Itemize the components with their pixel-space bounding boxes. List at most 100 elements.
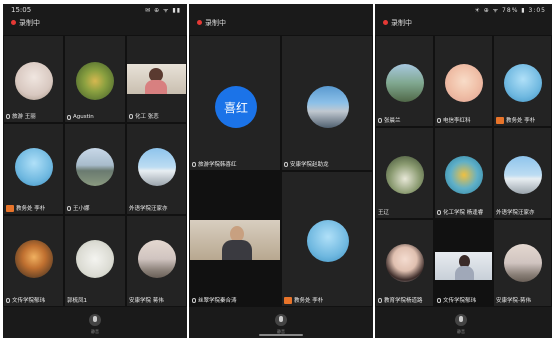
participant-name: 旅游 王丽 xyxy=(12,114,36,120)
participant-name: 安康学院赵助龙 xyxy=(290,162,329,168)
phone-screen-2: 录制中 喜红 旅游学院韩喜红 安康学院赵助龙 丝翠学院秦合涛 教务处 李朴 静音 xyxy=(189,4,373,338)
mic-icon xyxy=(437,209,441,215)
participant-avatar xyxy=(307,220,349,262)
microphone-icon[interactable] xyxy=(455,314,467,326)
participant-avatar xyxy=(504,156,542,194)
host-icon xyxy=(496,116,504,124)
participant-name: 安康学院 蒋伟 xyxy=(129,298,164,304)
participant-name: 王辽 xyxy=(378,210,390,216)
participant-name: 外语学院汪家亦 xyxy=(129,206,168,212)
participant-name: 文传学院郁玮 xyxy=(12,298,46,304)
mic-icon xyxy=(192,297,196,303)
participant-avatar xyxy=(445,156,483,194)
participant-name: 旅游学院韩喜红 xyxy=(198,162,237,168)
status-time: 15:05 xyxy=(11,6,32,14)
participant-tile[interactable]: 安康学院赵助龙 xyxy=(281,35,373,171)
participant-avatar xyxy=(386,156,424,194)
participant-name: 教育学院杨道路 xyxy=(384,298,423,304)
participant-avatar xyxy=(76,240,114,278)
participant-name: 张晨兰 xyxy=(384,118,401,124)
participant-tile[interactable]: 外语学院汪家亦 xyxy=(126,123,187,215)
participant-video xyxy=(127,64,186,94)
recording-indicator: 录制中 xyxy=(189,15,373,31)
participant-tile[interactable]: 电信李红科 xyxy=(434,35,493,127)
home-indicator[interactable] xyxy=(259,334,303,336)
participant-tile[interactable]: 教务处 李朴 xyxy=(281,171,373,307)
participant-tile[interactable]: 安康学院 蒋伟 xyxy=(126,215,187,307)
mute-label: 静音 xyxy=(457,329,465,334)
participant-tile[interactable]: 郭梳凤1 xyxy=(64,215,126,307)
participant-tile[interactable]: 文传学院郁玮 xyxy=(3,215,64,307)
microphone-icon[interactable] xyxy=(275,314,287,326)
mic-icon xyxy=(378,297,382,303)
participant-video xyxy=(190,220,280,260)
participant-name: 文传学院郁玮 xyxy=(443,298,477,304)
mic-icon xyxy=(437,117,441,123)
participant-tile[interactable]: 教务处 李朴 xyxy=(3,123,64,215)
record-dot-icon xyxy=(11,20,16,25)
participant-avatar xyxy=(504,244,542,282)
participant-video-tile[interactable]: 化工 张恋 xyxy=(126,35,187,123)
bottom-toolbar: 静音 xyxy=(3,308,187,338)
host-icon xyxy=(6,204,14,212)
mic-icon xyxy=(378,117,382,123)
mic-icon xyxy=(129,113,133,119)
participant-name: 安康学院-蒋伟 xyxy=(496,298,531,304)
participant-avatar: 喜红 xyxy=(215,86,257,128)
participant-name: 电信李红科 xyxy=(443,118,471,124)
participant-tile[interactable]: 张晨兰 xyxy=(375,35,434,127)
participant-avatar xyxy=(386,64,424,102)
participant-tile[interactable]: 旅游 王丽 xyxy=(3,35,64,123)
participant-tile[interactable]: Agustin xyxy=(64,35,126,123)
phone-screen-3: ☀ ⊕ ᯤ 78% ▮ 3:05 录制中 张晨兰 电信李红科 教务处 李朴 王辽… xyxy=(375,4,552,338)
mic-icon xyxy=(437,297,441,303)
record-dot-icon xyxy=(197,20,202,25)
microphone-icon[interactable] xyxy=(89,314,101,326)
status-icons: ✉ ⊕ ᯤ ▮▮ xyxy=(145,7,181,14)
recording-indicator: 录制中 xyxy=(375,15,552,31)
participant-tile[interactable]: 喜红 旅游学院韩喜红 xyxy=(189,35,281,171)
recording-label: 录制中 xyxy=(19,19,40,27)
participant-name: 丝翠学院秦合涛 xyxy=(198,298,237,304)
participant-video xyxy=(435,252,492,280)
participant-avatar xyxy=(504,64,542,102)
participant-name: 化工 张恋 xyxy=(135,114,159,120)
record-dot-icon xyxy=(383,20,388,25)
participant-avatar xyxy=(76,148,114,186)
participant-tile[interactable]: 王辽 xyxy=(375,127,434,219)
participant-avatar xyxy=(445,64,483,102)
participant-name: 化工学院 杨逢睿 xyxy=(443,210,484,216)
participant-avatar xyxy=(15,62,53,100)
mic-icon xyxy=(192,161,196,167)
participant-tile[interactable]: 安康学院-蒋伟 xyxy=(493,219,552,307)
phone-screen-1: 15:05 ✉ ⊕ ᯤ ▮▮ 录制中 旅游 王丽 Agustin 化工 张恋 教… xyxy=(3,4,187,338)
mic-icon xyxy=(67,205,71,211)
participant-avatar xyxy=(386,244,424,282)
participant-name: 外语学院汪家亦 xyxy=(496,210,535,216)
mic-icon xyxy=(6,297,10,303)
participant-video-tile[interactable]: 丝翠学院秦合涛 xyxy=(189,171,281,307)
participant-avatar xyxy=(76,62,114,100)
bottom-toolbar: 静音 xyxy=(375,308,552,338)
recording-indicator: 录制中 xyxy=(3,15,187,31)
mic-icon xyxy=(6,113,10,119)
participant-avatar xyxy=(15,148,53,186)
participant-name: 教务处 李朴 xyxy=(506,118,536,124)
recording-label: 录制中 xyxy=(391,19,412,27)
participant-tile[interactable]: 化工学院 杨逢睿 xyxy=(434,127,493,219)
mic-icon xyxy=(67,114,71,120)
recording-label: 录制中 xyxy=(205,19,226,27)
participant-tile[interactable]: 教务处 李朴 xyxy=(493,35,552,127)
participant-name: 教务处 李朴 xyxy=(16,206,46,212)
participant-name: 教务处 李朴 xyxy=(294,298,324,304)
bottom-toolbar: 静音 xyxy=(189,308,373,338)
participant-video-tile[interactable]: 文传学院郁玮 xyxy=(434,219,493,307)
participant-tile[interactable]: 外语学院汪家亦 xyxy=(493,127,552,219)
participant-tile[interactable]: 教育学院杨道路 xyxy=(375,219,434,307)
participant-name: Agustin xyxy=(73,114,94,120)
mute-label: 静音 xyxy=(91,329,99,334)
participant-tile[interactable]: 王小娜 xyxy=(64,123,126,215)
participant-avatar xyxy=(15,240,53,278)
host-icon xyxy=(284,296,292,304)
participant-name: 王小娜 xyxy=(73,206,90,212)
